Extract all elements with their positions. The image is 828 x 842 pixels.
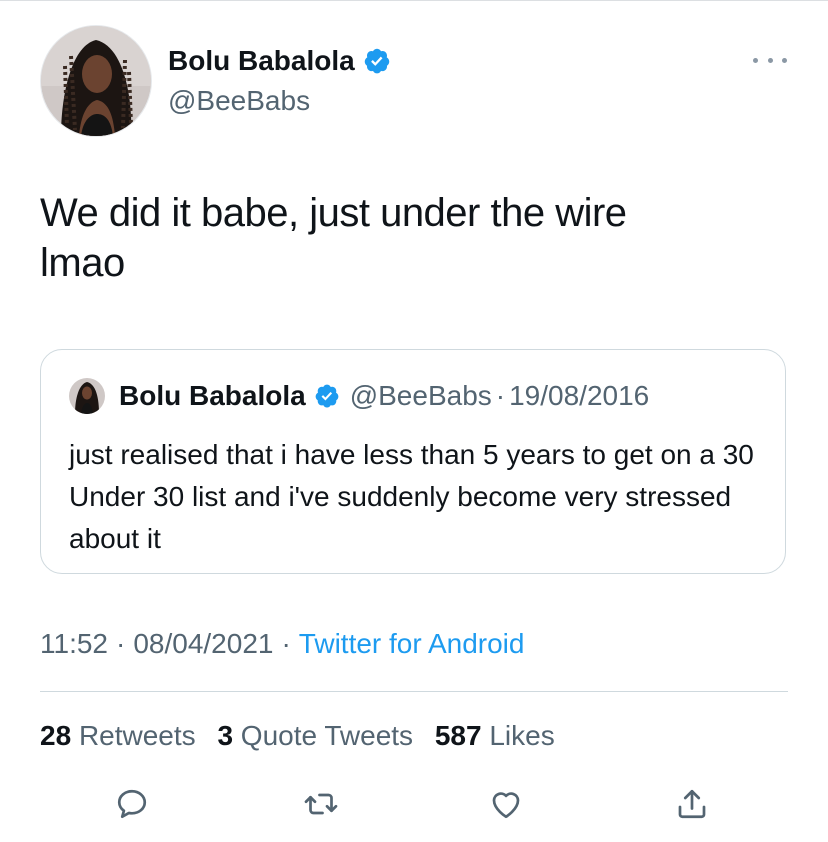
reply-button[interactable] bbox=[112, 784, 152, 824]
separator-dot: · bbox=[116, 628, 126, 659]
quoted-author-name: Bolu Babalola bbox=[119, 380, 306, 411]
like-icon bbox=[492, 792, 520, 819]
separator-dot: · bbox=[495, 380, 506, 411]
quoted-tweet-header: Bolu Babalola @BeeBabs · 19/08/2016 bbox=[119, 378, 649, 414]
reply-icon bbox=[117, 789, 147, 819]
retweets-stat[interactable]: 28 Retweets bbox=[40, 720, 196, 751]
quoted-tweet-card[interactable]: Bolu Babalola @BeeBabs · 19/08/2016 just… bbox=[40, 349, 786, 574]
tweet-source-link[interactable]: Twitter for Android bbox=[299, 628, 525, 659]
separator-dot: · bbox=[281, 628, 291, 659]
author-name-row[interactable]: Bolu Babalola bbox=[168, 44, 391, 78]
likes-stat[interactable]: 587 Likes bbox=[435, 720, 555, 751]
author-handle[interactable]: @BeeBabs bbox=[168, 84, 310, 118]
quoted-tweet-text: just realised that i have less than 5 ye… bbox=[69, 439, 754, 554]
quote-tweets-count: 3 bbox=[217, 720, 234, 751]
quoted-tweet-date: 19/08/2016 bbox=[509, 380, 650, 411]
tweet-text-line: lmao bbox=[40, 241, 125, 285]
share-button[interactable] bbox=[672, 784, 712, 824]
retweets-count: 28 bbox=[40, 720, 72, 751]
author-name[interactable]: Bolu Babalola bbox=[168, 44, 355, 78]
like-button[interactable] bbox=[486, 784, 526, 824]
quote-tweets-stat[interactable]: 3 Quote Tweets bbox=[217, 720, 413, 751]
author-avatar[interactable] bbox=[40, 25, 152, 137]
meta-divider bbox=[40, 691, 788, 692]
engagement-stats: 28 Retweets 3 Quote Tweets 587 Likes bbox=[40, 718, 569, 754]
quoted-author-handle: @BeeBabs bbox=[349, 380, 492, 411]
likes-label: Likes bbox=[489, 720, 555, 751]
top-divider bbox=[0, 0, 828, 1]
retweet-icon bbox=[304, 793, 338, 815]
tweet-text: We did it babe, just under the wire lmao bbox=[40, 188, 780, 288]
tweet-time[interactable]: 11:52 bbox=[40, 628, 108, 659]
retweet-button[interactable] bbox=[301, 784, 341, 824]
tweet-text-line: We did it babe, just under the wire bbox=[40, 191, 627, 235]
retweets-label: Retweets bbox=[78, 720, 196, 751]
more-options-icon[interactable] bbox=[753, 50, 787, 70]
tweet-meta: 11:52 · 08/04/2021 · Twitter for Android bbox=[40, 626, 524, 662]
quoted-author-avatar bbox=[69, 378, 105, 414]
verified-badge-icon bbox=[314, 383, 340, 409]
quote-tweets-label: Quote Tweets bbox=[240, 720, 414, 751]
share-icon bbox=[678, 789, 706, 819]
tweet-date[interactable]: 08/04/2021 bbox=[133, 628, 273, 659]
verified-badge-icon bbox=[363, 47, 391, 75]
likes-count: 587 bbox=[434, 720, 482, 751]
